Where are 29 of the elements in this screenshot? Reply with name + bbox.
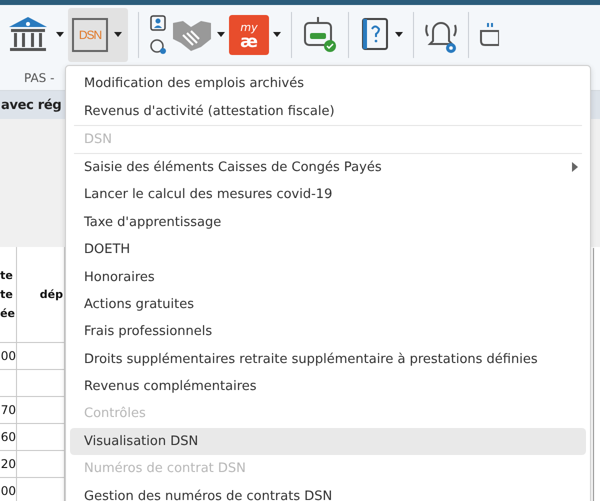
caret-icon[interactable]	[114, 32, 122, 38]
robot-icon[interactable]	[302, 15, 338, 55]
menu-item[interactable]: Lancer le calcul des mesures covid-19	[70, 181, 586, 209]
menu-item[interactable]: Droits supplémentaires retraite supplémentaire à prestations définies	[70, 346, 586, 373]
menu-item[interactable]: DOETH	[70, 236, 586, 264]
caret-icon[interactable]	[217, 32, 225, 38]
menu-item[interactable]: Honoraires	[70, 263, 586, 291]
contact-card-icon[interactable]	[149, 14, 167, 56]
table-cell: 20	[0, 451, 17, 478]
myae-logo[interactable]: my æ	[229, 15, 269, 55]
table-cell: 60	[0, 424, 17, 451]
menu-item[interactable]: Actions gratuites	[70, 290, 586, 318]
table-cell: 70	[0, 397, 17, 424]
table-cell: 00	[0, 343, 17, 370]
submenu-arrow-icon	[572, 162, 578, 172]
caret-icon[interactable]	[56, 32, 64, 38]
menu-item[interactable]: Visualisation DSN	[70, 428, 586, 456]
menu-item[interactable]: Frais professionnels	[70, 318, 586, 346]
caret-icon[interactable]	[273, 32, 281, 38]
group-label: PAS -	[24, 70, 54, 84]
menu-item[interactable]: Revenus complémentaires	[70, 372, 586, 400]
menu-item[interactable]: Gestion des numéros de contrats DSN	[70, 482, 586, 501]
menu-section-label: DSN	[84, 132, 112, 147]
table-cell	[0, 370, 17, 397]
caret-icon[interactable]	[395, 32, 403, 38]
menu-item[interactable]: Taxe d'apprentissage	[70, 208, 586, 236]
menu-item[interactable]: Saisie des éléments Caisses de Congés Payés	[70, 154, 586, 182]
column-header: te te ée	[0, 247, 17, 343]
table-cell: 00	[0, 478, 17, 501]
